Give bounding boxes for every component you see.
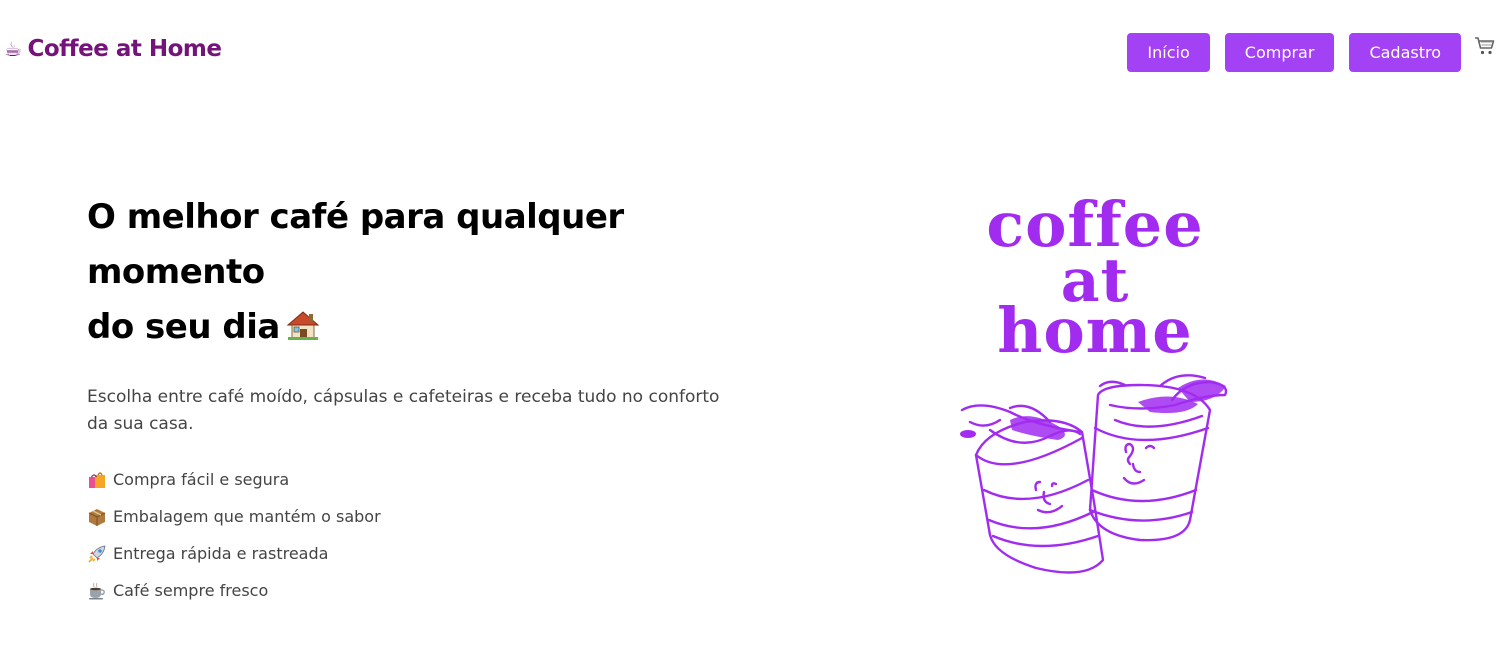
feature-text: Entrega rápida e rastreada xyxy=(113,544,329,563)
shopping-bags-icon xyxy=(87,470,107,490)
feature-list: Compra fácil e segura Embalagem que mant… xyxy=(87,461,381,609)
feature-item: Entrega rápida e rastreada xyxy=(87,535,381,572)
feature-item: Café sempre fresco xyxy=(87,572,381,609)
shopping-cart-icon[interactable] xyxy=(1473,34,1497,58)
coffee-at-home-illustration: coffee at home xyxy=(940,190,1250,585)
main-nav: Início Comprar Cadastro xyxy=(1127,33,1461,72)
hero-title-line-3: do seu dia xyxy=(87,300,727,359)
feature-item: Compra fácil e segura xyxy=(87,461,381,498)
hero-title: O melhor café para qualquer momento do s… xyxy=(87,190,727,359)
site-header: ☕ Coffee at Home Início Comprar Cadastro xyxy=(0,0,1505,104)
feature-item: Embalagem que mantém o sabor xyxy=(87,498,381,535)
nav-button-inicio[interactable]: Início xyxy=(1127,33,1210,72)
rocket-icon xyxy=(87,544,107,564)
hero-description: Escolha entre café moído, cápsulas e caf… xyxy=(87,387,720,434)
house-icon xyxy=(286,304,320,359)
feature-text: Café sempre fresco xyxy=(113,581,269,600)
nav-button-comprar[interactable]: Comprar xyxy=(1224,33,1335,72)
coffee-cups-drawing xyxy=(960,374,1228,574)
coffee-cup-icon: ☕ xyxy=(4,37,22,61)
hero-title-line-1: O melhor café para qualquer xyxy=(87,197,624,237)
hero-title-line-3-text: do seu dia xyxy=(87,307,280,347)
nav-button-cadastro[interactable]: Cadastro xyxy=(1349,33,1461,72)
hero-title-line-2: momento xyxy=(87,252,265,292)
brand-name: Coffee at Home xyxy=(27,36,222,62)
package-icon xyxy=(87,507,107,527)
brand-logo[interactable]: ☕ Coffee at Home xyxy=(4,36,222,62)
coffee-cup-icon xyxy=(87,581,107,601)
feature-text: Embalagem que mantém o sabor xyxy=(113,507,381,526)
feature-text: Compra fácil e segura xyxy=(113,470,290,489)
